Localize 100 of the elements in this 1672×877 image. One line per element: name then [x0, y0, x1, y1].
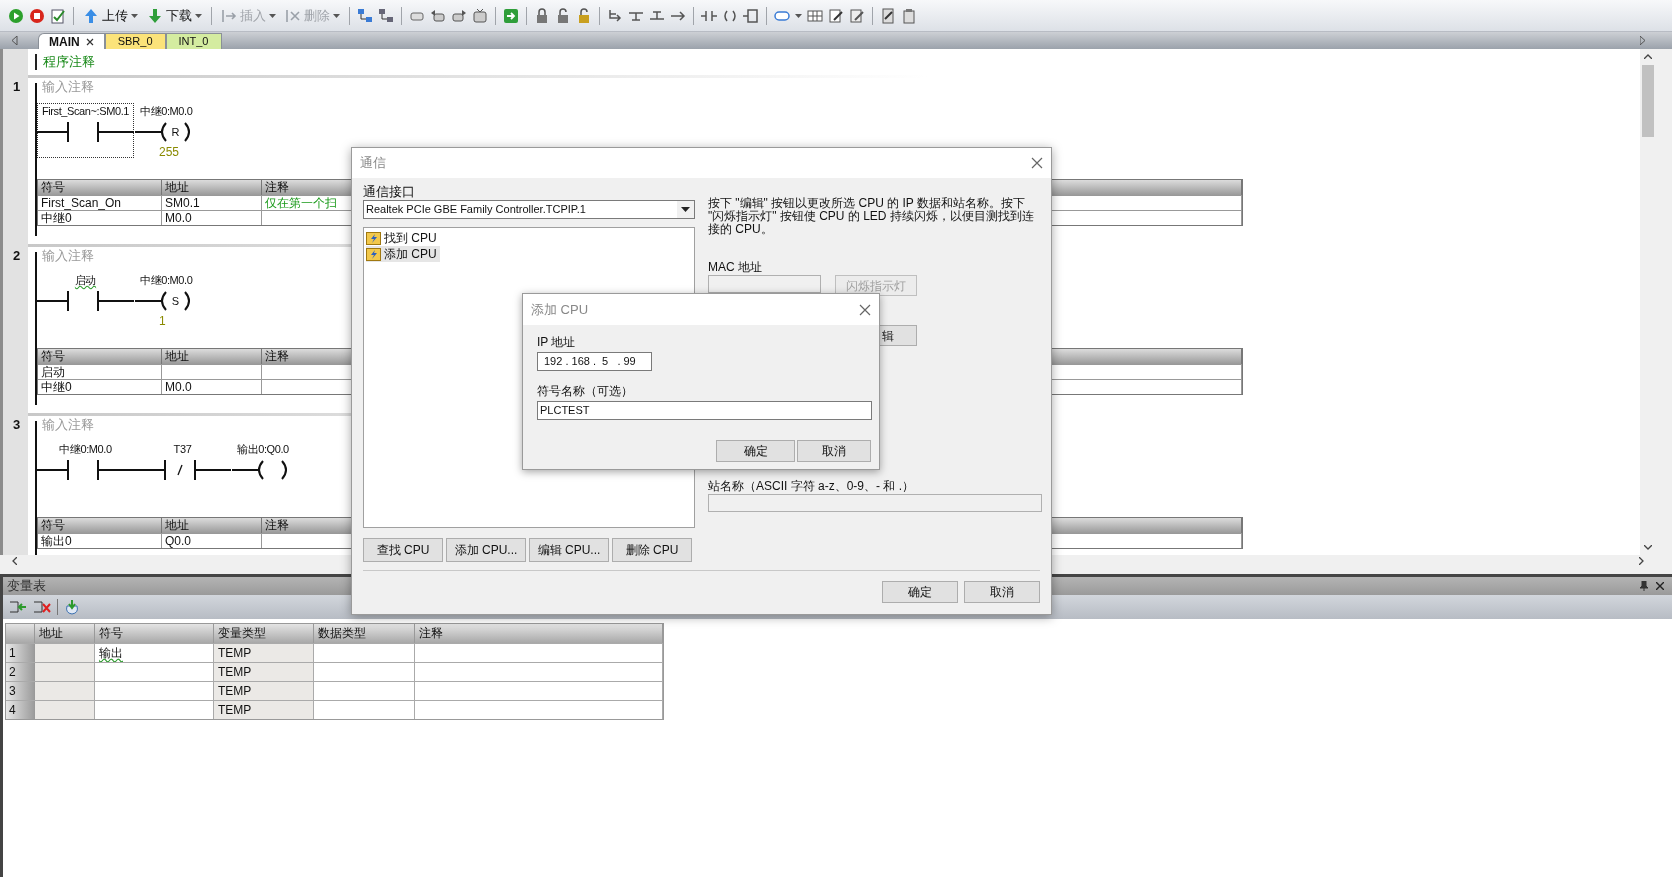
- checklist-icon[interactable]: [50, 7, 66, 24]
- table-cell[interactable]: [35, 644, 95, 662]
- ok-button[interactable]: 确定: [716, 440, 795, 462]
- ladder-element[interactable]: 中继0:M0.0 S 1: [134, 272, 231, 327]
- column-header: 地址: [162, 180, 262, 195]
- delete-icon: [285, 7, 301, 24]
- document-icon[interactable]: [880, 7, 896, 24]
- scroll-right-icon[interactable]: [1639, 557, 1644, 565]
- table-cell[interactable]: [35, 663, 95, 681]
- network-comment: 输入注释: [42, 248, 94, 264]
- field-label: IP 地址: [537, 335, 577, 350]
- pin-icon[interactable]: [1640, 581, 1648, 591]
- scroll-left-icon[interactable]: [12, 36, 18, 45]
- close-icon[interactable]: [85, 37, 94, 46]
- cpu-list-item[interactable]: 添加 CPU: [366, 246, 440, 262]
- cancel-button[interactable]: 取消: [964, 581, 1040, 603]
- delete-row-icon[interactable]: [33, 599, 51, 615]
- cpu-list-item[interactable]: 找到 CPU: [366, 230, 440, 246]
- branch-icon[interactable]: [607, 7, 623, 24]
- comment-marker: [35, 54, 37, 70]
- dialog-button[interactable]: 删除 CPU: [612, 538, 692, 562]
- run-icon[interactable]: [8, 7, 24, 24]
- toolbar-button[interactable]: 上传: [81, 4, 140, 27]
- table-cell: 中继0: [38, 211, 162, 225]
- dialog-button[interactable]: 添加 CPU...: [446, 538, 526, 562]
- lock-icon[interactable]: [576, 7, 592, 24]
- tab[interactable]: INT_0: [165, 33, 222, 49]
- ladder-element[interactable]: T37: [134, 441, 231, 496]
- network-icon[interactable]: [378, 7, 394, 24]
- mac-address-field[interactable]: [708, 275, 821, 293]
- table-cell[interactable]: [35, 682, 95, 700]
- monitor-icon[interactable]: [472, 7, 488, 24]
- network-icon[interactable]: [357, 7, 373, 24]
- scroll-thumb[interactable]: [1642, 65, 1654, 137]
- coil-operation: S: [171, 294, 180, 309]
- table-cell: 输出0: [38, 534, 162, 548]
- table-cell: M0.0: [162, 380, 262, 394]
- column-header: 地址: [162, 349, 262, 364]
- arrow-box-icon[interactable]: [503, 7, 519, 24]
- symbol-name-field[interactable]: PLCTEST: [537, 401, 872, 420]
- network-number: 2: [13, 247, 22, 265]
- edit-icon[interactable]: [849, 7, 865, 24]
- tab[interactable]: SBR_0: [104, 33, 166, 49]
- operand-label: T37: [173, 442, 192, 457]
- ladder-element[interactable]: 启动: [37, 272, 134, 327]
- table-icon[interactable]: [807, 7, 823, 24]
- edit-icon[interactable]: [828, 7, 844, 24]
- ladder-element[interactable]: First_Scan~:SM0.1: [37, 103, 134, 158]
- table-cell: 中继0: [38, 380, 162, 394]
- scroll-left-icon[interactable]: [12, 557, 17, 565]
- interface-dropdown[interactable]: Realtek PCIe GBE Family Controller.TCPIP.1: [363, 200, 695, 219]
- close-icon[interactable]: [1656, 582, 1664, 590]
- lock-icon[interactable]: [555, 7, 571, 24]
- toolbar-button[interactable]: 下载: [145, 4, 204, 27]
- panel-title: 变量表: [7, 577, 46, 596]
- stop-icon[interactable]: [29, 7, 45, 24]
- caret-icon: [333, 13, 340, 18]
- close-icon[interactable]: [1031, 157, 1043, 169]
- table-cell[interactable]: TEMP: [214, 644, 314, 662]
- station-name-field[interactable]: [708, 494, 1042, 512]
- column-header: 符号: [38, 518, 162, 533]
- scroll-up-icon[interactable]: [1644, 54, 1652, 59]
- upload-icon: [83, 7, 99, 24]
- cancel-button[interactable]: 取消: [797, 440, 871, 462]
- caret-icon: [195, 13, 202, 18]
- tab[interactable]: MAIN: [38, 33, 105, 49]
- dialog-button[interactable]: 编辑 CPU...: [529, 538, 609, 562]
- column-header: 数据类型: [314, 624, 415, 643]
- column-header: 注释: [415, 624, 663, 643]
- dialog-button[interactable]: 查找 CPU: [363, 538, 443, 562]
- close-icon[interactable]: [859, 303, 871, 316]
- folder-lightning-icon: [366, 231, 381, 245]
- table-cell[interactable]: TEMP: [214, 682, 314, 700]
- column-header: 变量类型: [214, 624, 314, 643]
- insert-icon: [221, 7, 237, 24]
- insert-row-icon[interactable]: [9, 599, 27, 615]
- ip-address-field[interactable]: 192 . 168 . 5 . 99: [537, 352, 652, 371]
- field-label: 站名称（ASCII 字符 a-z、0-9、- 和 .）: [708, 479, 916, 494]
- table-cell[interactable]: TEMP: [214, 701, 314, 719]
- ladder-element[interactable]: 输出0:Q0.0: [231, 441, 328, 496]
- caret-icon: [269, 13, 276, 18]
- field-label: MAC 地址: [708, 260, 763, 275]
- row-number: 4: [6, 701, 35, 719]
- table-cell[interactable]: TEMP: [214, 663, 314, 681]
- lock-icon[interactable]: [534, 7, 550, 24]
- ok-button[interactable]: 确定: [882, 581, 958, 603]
- box-icon[interactable]: [743, 7, 759, 24]
- network-comment: 输入注释: [42, 417, 94, 433]
- table-cell[interactable]: [35, 701, 95, 719]
- table-cell: First_Scan_On: [38, 196, 162, 210]
- scroll-down-icon[interactable]: [1644, 545, 1652, 550]
- ladder-element[interactable]: 中继0:M0.0 R 255: [134, 103, 231, 158]
- folder-lightning-icon: [366, 247, 381, 261]
- ladder-element[interactable]: 中继0:M0.0: [37, 441, 134, 496]
- coil-count: 1: [158, 314, 166, 328]
- operand-label: 启动: [74, 273, 97, 288]
- import-icon[interactable]: [64, 599, 80, 615]
- back-arrow-icon[interactable]: [430, 7, 446, 24]
- forward-arrow-icon[interactable]: [451, 7, 467, 24]
- scroll-right-icon[interactable]: [1640, 36, 1646, 45]
